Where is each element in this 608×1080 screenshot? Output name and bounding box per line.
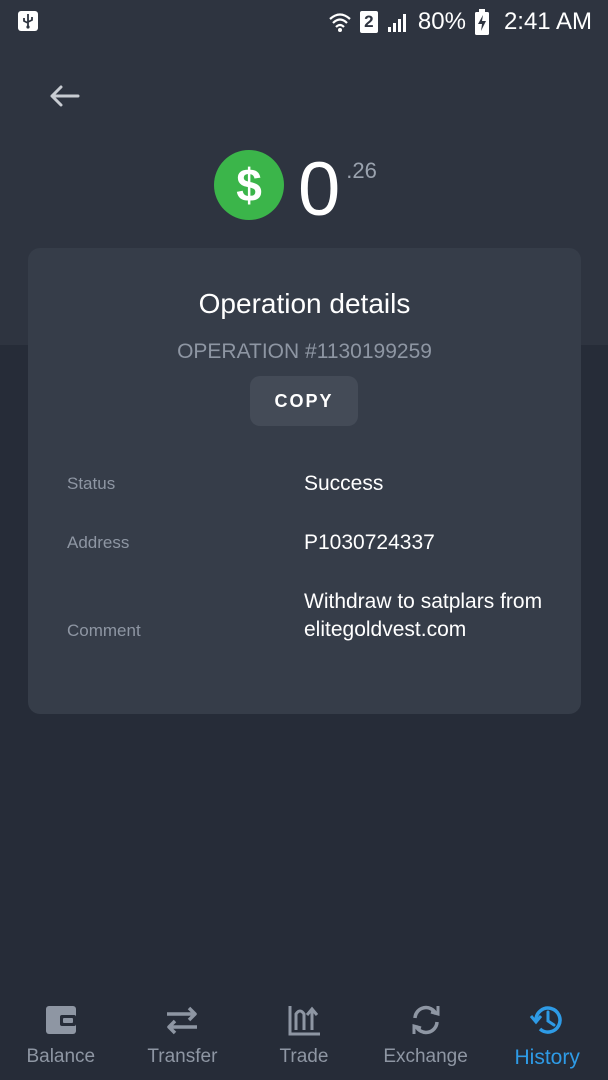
signal-icon: [387, 14, 406, 32]
nav-label-history: History: [514, 1046, 580, 1069]
status-bar: 2 80% 2:41 AM: [0, 0, 608, 44]
arrow-left-icon: [50, 85, 80, 107]
operation-id: OPERATION #1130199259: [177, 340, 432, 363]
nav-item-transfer[interactable]: Transfer: [122, 990, 244, 1080]
wallet-icon: [41, 1000, 81, 1040]
status-value: Success: [304, 472, 384, 495]
wifi-icon: [329, 13, 351, 32]
back-button[interactable]: [40, 76, 88, 116]
balance-decimal: .26: [346, 158, 377, 183]
balance-display: $ 0 .26: [214, 150, 377, 230]
comment-value: Withdraw to satplars from elitegoldvest.…: [304, 590, 543, 641]
history-icon: [527, 1000, 567, 1040]
bottom-nav: Balance Transfer Trade Exchange History: [0, 990, 608, 1080]
status-indicators: 2 80% 2:41 AM: [328, 6, 592, 38]
address-label: Address: [67, 533, 130, 552]
operation-details-card: Operation details OPERATION #1130199259 …: [28, 248, 581, 714]
trade-icon: [284, 1000, 324, 1040]
clock: 2:41 AM: [503, 8, 592, 35]
comment-label: Comment: [67, 621, 141, 640]
exchange-icon: [406, 1000, 446, 1040]
dollar-icon: $: [214, 150, 284, 220]
nav-label-balance: Balance: [26, 1046, 96, 1067]
battery-charging-icon: [474, 9, 489, 35]
balance-integer: 0: [298, 147, 341, 232]
nav-item-trade[interactable]: Trade: [243, 990, 365, 1080]
nav-label-transfer: Transfer: [147, 1046, 218, 1067]
usb-icon: [16, 9, 40, 33]
nav-label-exchange: Exchange: [383, 1046, 468, 1067]
status-label: Status: [67, 474, 116, 493]
card-title: Operation details: [198, 288, 411, 319]
sim-slot-badge: 2: [359, 11, 378, 33]
nav-item-exchange[interactable]: Exchange: [365, 990, 487, 1080]
nav-item-balance[interactable]: Balance: [0, 990, 122, 1080]
address-value: P1030724337: [304, 531, 435, 554]
screen: 2 80% 2:41 AM $ 0 .26 Operation details …: [0, 0, 608, 1080]
copy-button[interactable]: COPY: [250, 376, 358, 426]
nav-item-history[interactable]: History: [486, 990, 608, 1080]
battery-percent: 80%: [417, 8, 466, 35]
transfer-icon: [162, 1000, 202, 1040]
nav-label-trade: Trade: [279, 1046, 329, 1067]
